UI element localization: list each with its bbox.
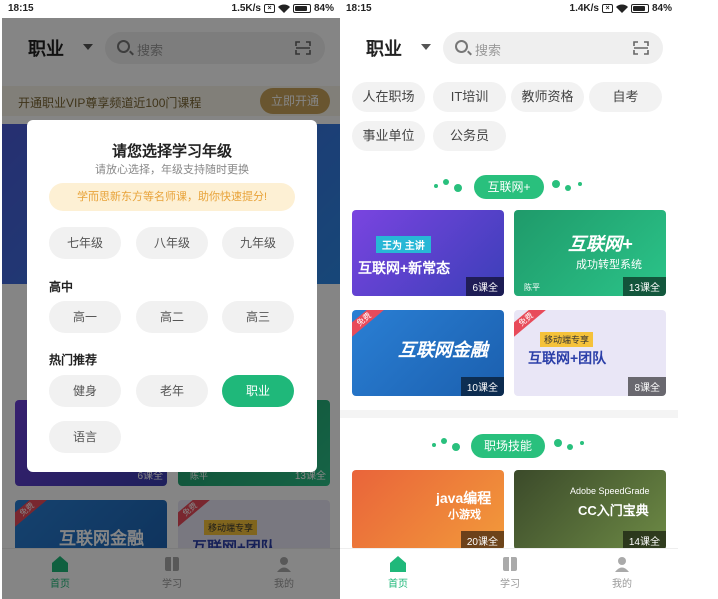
course-card[interactable]: 免费 互联网金融 10课全 — [352, 310, 504, 396]
battery-level: 84% — [651, 3, 672, 14]
grade-option-g3[interactable]: 高三 — [222, 301, 294, 333]
tab-label: 我的 — [612, 579, 632, 590]
page-gutter — [678, 0, 718, 599]
wifi-icon — [615, 4, 628, 13]
course-count: 13课全 — [622, 277, 666, 296]
search-input[interactable]: 搜索 — [443, 32, 663, 64]
decor-dots-icon — [432, 438, 460, 451]
top-header: 职业 搜索 — [340, 25, 678, 71]
course-card[interactable]: 互联网+ 成功转型系统 陈平 13课全 — [514, 210, 666, 296]
status-time: 18:15 — [346, 3, 372, 14]
status-right: 1.4K/s × 84% — [570, 3, 672, 14]
course-count: 10课全 — [460, 377, 504, 396]
category-chip[interactable]: 自考 — [589, 82, 662, 112]
course-subtitle: CC入门宝典 — [578, 503, 649, 518]
search-placeholder: 搜索 — [475, 43, 502, 58]
category-title[interactable]: 职业 — [366, 35, 402, 61]
scan-icon[interactable] — [633, 41, 649, 55]
course-count: 8课全 — [628, 377, 666, 396]
status-right: 1.5K/s × 84% — [232, 3, 334, 14]
section-hot: 热门推荐 — [49, 353, 98, 367]
tab-home[interactable]: 首页 — [368, 553, 428, 597]
course-title: 互联网+团队 — [528, 350, 607, 366]
option-language[interactable]: 语言 — [49, 421, 121, 453]
decor-dots-icon — [554, 439, 584, 450]
course-title: java编程 — [436, 490, 492, 506]
grade-option-7[interactable]: 七年级 — [49, 227, 121, 259]
category-chip[interactable]: 事业单位 — [352, 121, 425, 151]
section-title-skills: 职场技能 — [471, 434, 545, 458]
wifi-icon — [277, 4, 290, 13]
section-high-school: 高中 — [49, 280, 74, 294]
battery-icon — [630, 4, 649, 13]
course-card[interactable]: java编程 小游戏 20课全 — [352, 470, 504, 550]
course-title: 互联网金融 — [398, 340, 488, 360]
tab-label: 首页 — [388, 579, 408, 590]
section-title-internet: 互联网+ — [474, 175, 544, 199]
category-chip[interactable]: 人在职场 — [352, 82, 425, 112]
left-screen: 18:15 1.5K/s × 84% 职业 搜索 开通职业VIP尊享频道近100… — [2, 0, 340, 599]
category-chip[interactable]: 公务员 — [433, 121, 506, 151]
course-count: 6课全 — [466, 277, 504, 296]
decor-dots-icon — [552, 180, 582, 191]
option-career[interactable]: 职业 — [222, 375, 294, 407]
course-teacher: 王为 主讲 — [376, 236, 431, 253]
grade-option-8[interactable]: 八年级 — [136, 227, 208, 259]
right-screen: 18:15 1.4K/s × 84% 职业 搜索 人在职场 IT培训 教师资格 … — [340, 0, 678, 599]
grade-option-9[interactable]: 九年级 — [222, 227, 294, 259]
dialog-subtitle: 请放心选择，年级支持随时更换 — [95, 164, 249, 176]
home-icon — [390, 556, 406, 572]
sim-icon: × — [263, 4, 275, 13]
dialog-promo: 学而思新东方等名师课，助你快速提分! — [49, 183, 295, 211]
course-tag: 移动端专享 — [540, 332, 594, 347]
status-bar: 18:15 1.5K/s × 84% — [2, 0, 340, 18]
course-title: Adobe SpeedGrade — [570, 486, 650, 496]
grade-option-g1[interactable]: 高一 — [49, 301, 121, 333]
section-divider — [340, 410, 678, 418]
course-card[interactable]: Adobe SpeedGrade CC入门宝典 14课全 — [514, 470, 666, 550]
search-icon — [455, 40, 468, 53]
status-bar: 18:15 1.4K/s × 84% — [340, 0, 678, 18]
bottom-tabbar: 首页 学习 我的 — [340, 548, 678, 599]
category-chip[interactable]: 教师资格 — [511, 82, 584, 112]
course-title: 互联网+新常态 — [358, 260, 451, 276]
course-card[interactable]: 免费 移动端专享 互联网+团队 8课全 — [514, 310, 666, 396]
network-speed: 1.4K/s — [569, 3, 599, 14]
course-title: 互联网+ — [568, 234, 633, 254]
tab-label: 学习 — [500, 579, 520, 590]
course-card[interactable]: 王为 主讲 互联网+新常态 6课全 — [352, 210, 504, 296]
course-subtitle: 成功转型系统 — [576, 259, 642, 271]
tab-study[interactable]: 学习 — [480, 553, 540, 597]
tab-mine[interactable]: 我的 — [592, 553, 652, 597]
free-badge: 免费 — [352, 310, 389, 342]
battery-icon — [292, 4, 311, 13]
sim-icon: × — [601, 4, 613, 13]
course-author: 陈平 — [524, 283, 540, 292]
user-icon — [615, 557, 629, 572]
decor-dots-icon — [434, 179, 462, 192]
network-speed: 1.5K/s — [231, 3, 261, 14]
category-chip[interactable]: IT培训 — [433, 82, 506, 112]
option-fitness[interactable]: 健身 — [49, 375, 121, 407]
book-icon — [503, 557, 517, 571]
option-senior[interactable]: 老年 — [136, 375, 208, 407]
chevron-down-icon[interactable] — [421, 44, 431, 50]
dialog-title: 请您选择学习年级 — [111, 143, 232, 160]
course-subtitle: 小游戏 — [448, 509, 481, 521]
grade-select-dialog: 请您选择学习年级 请放心选择，年级支持随时更换 学而思新东方等名师课，助你快速提… — [27, 120, 317, 472]
status-time: 18:15 — [8, 3, 34, 14]
battery-level: 84% — [313, 3, 334, 14]
grade-option-g2[interactable]: 高二 — [136, 301, 208, 333]
